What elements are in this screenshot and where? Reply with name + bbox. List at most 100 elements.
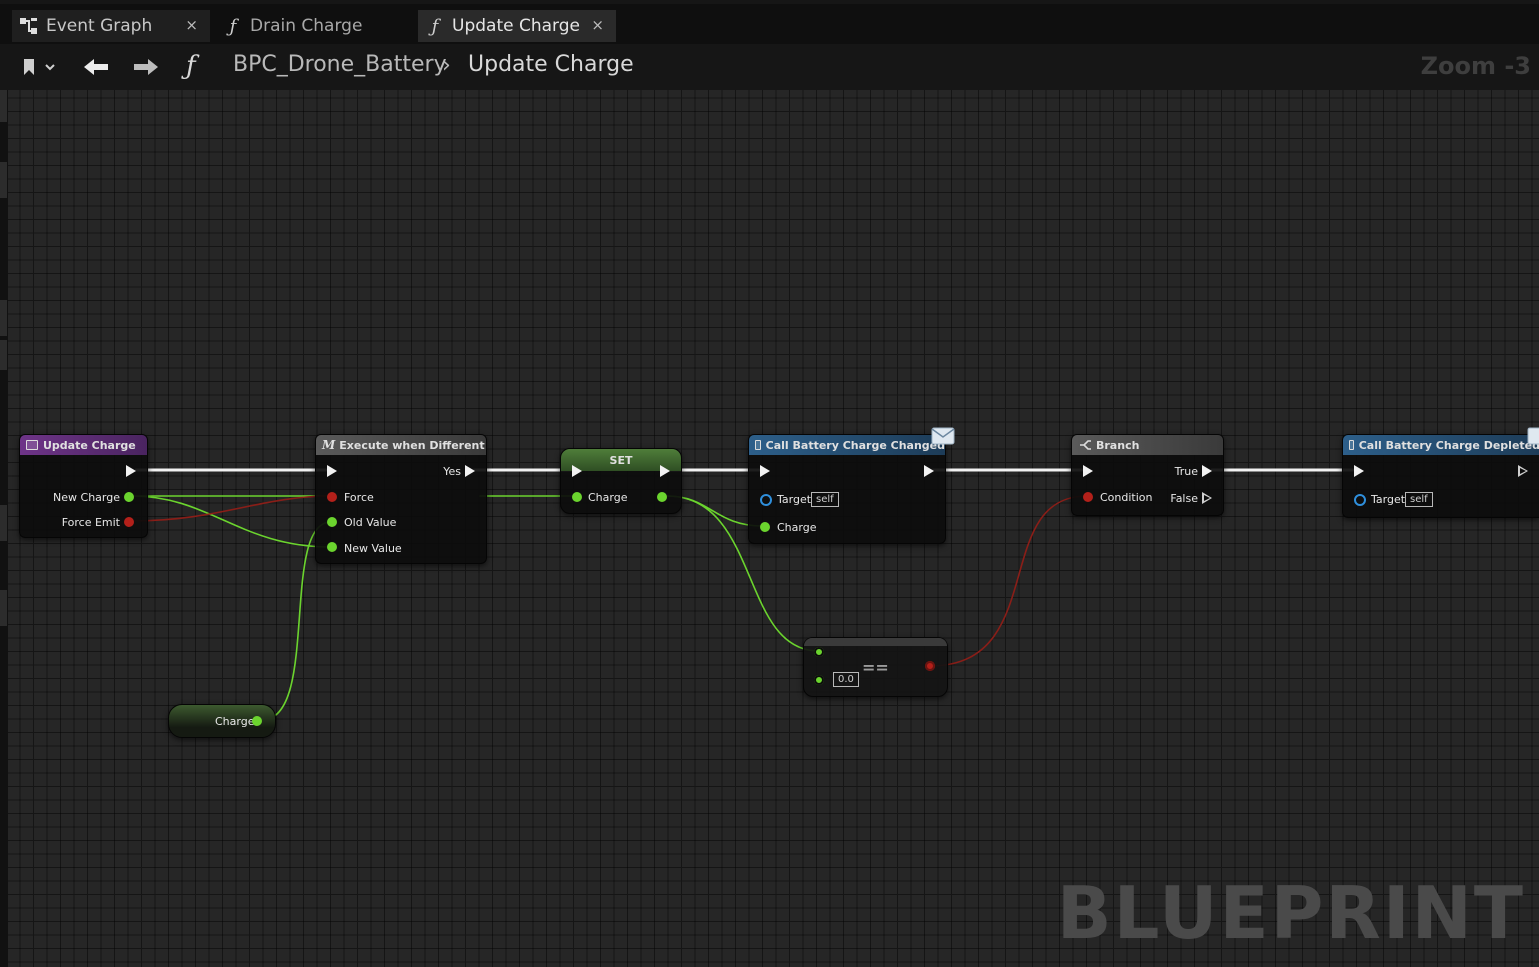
pin-label-true: True xyxy=(1174,465,1198,478)
float-input-pin[interactable] xyxy=(814,675,824,685)
back-button[interactable] xyxy=(80,52,112,82)
float-input-pin[interactable] xyxy=(814,647,824,657)
node-header: Branch xyxy=(1072,435,1223,455)
exec-output-pin[interactable] xyxy=(924,465,934,477)
pin-label-yes: Yes xyxy=(443,465,461,478)
equal-operator-label: == xyxy=(862,658,889,677)
arrow-right-icon xyxy=(134,59,158,75)
pin-label-condition: Condition xyxy=(1100,491,1153,504)
node-title: Branch xyxy=(1096,438,1140,452)
function-icon: ƒ xyxy=(186,51,196,81)
branch-icon xyxy=(1080,440,1091,450)
node-title: Update Charge xyxy=(43,438,136,452)
node-title: Call Battery Charge Depleted xyxy=(1358,438,1539,452)
breadcrumb-toolbar: ƒ BPC_Drone_Battery › Update Charge Zoom… xyxy=(0,44,1539,90)
function-node-icon xyxy=(755,440,761,450)
equal-float-node[interactable]: 0.0 == xyxy=(803,637,948,697)
node-title: Execute when Different xyxy=(339,438,485,452)
macro-icon: M xyxy=(322,438,336,452)
float-output-pin[interactable] xyxy=(252,716,262,726)
exec-output-pin[interactable] xyxy=(1518,465,1528,477)
function-entry-node[interactable]: Update Charge New Charge Force Emit xyxy=(19,434,148,538)
pin-label-new-charge: New Charge xyxy=(53,491,120,504)
tab-drain-charge[interactable]: ƒ Drain Charge xyxy=(216,10,412,42)
pin-label-new-value: New Value xyxy=(344,542,402,555)
tab-event-graph[interactable]: Event Graph × xyxy=(12,10,210,42)
breadcrumb-current: Update Charge xyxy=(468,52,634,77)
tab-update-charge[interactable]: ƒ Update Charge × xyxy=(418,10,616,42)
float-input-pin[interactable] xyxy=(760,522,770,532)
node-header: Call Battery Charge Depleted xyxy=(1343,435,1539,455)
target-self-field[interactable]: self xyxy=(811,492,839,507)
exec-input-pin[interactable] xyxy=(327,465,337,477)
node-header: M Execute when Different xyxy=(316,435,486,455)
pin-label-charge: Charge xyxy=(777,521,817,534)
target-self-field[interactable]: self xyxy=(1405,492,1433,507)
event-graph-icon xyxy=(18,15,40,37)
exec-input-pin[interactable] xyxy=(1354,465,1364,477)
bookmark-dropdown-button[interactable] xyxy=(18,52,62,82)
bool-input-pin[interactable] xyxy=(327,492,337,502)
set-charge-node[interactable]: SET Charge xyxy=(560,448,682,514)
left-rail xyxy=(0,90,8,967)
execute-when-different-node[interactable]: M Execute when Different Yes Force Old V… xyxy=(315,434,487,564)
exec-output-pin[interactable] xyxy=(660,465,670,477)
tab-event-graph-label: Event Graph xyxy=(46,16,153,36)
rail-segment xyxy=(0,300,7,336)
bool-input-pin[interactable] xyxy=(1083,492,1093,502)
pin-label-charge: Charge xyxy=(215,715,255,728)
tab-strip: Event Graph × ƒ Drain Charge ƒ Update Ch… xyxy=(0,0,1539,44)
pin-label-charge: Charge xyxy=(588,491,628,504)
function-node-icon xyxy=(1349,440,1354,450)
node-header: Update Charge xyxy=(20,435,147,455)
pin-label-target: Target xyxy=(1371,493,1406,506)
pin-label-old-value: Old Value xyxy=(344,516,397,529)
float-input-pin[interactable] xyxy=(327,517,337,527)
call-battery-charge-depleted-node[interactable]: Call Battery Charge Depleted Target self xyxy=(1342,427,1539,518)
zoom-level: Zoom -3 xyxy=(1420,52,1531,80)
breadcrumb-separator: › xyxy=(442,53,451,78)
call-battery-charge-changed-node[interactable]: Call Battery Charge Changed Target self … xyxy=(748,427,955,544)
pin-label-force-emit: Force Emit xyxy=(61,516,120,529)
bookmark-icon xyxy=(24,59,55,75)
tab-drain-charge-label: Drain Charge xyxy=(250,16,363,36)
breadcrumb-parent-link[interactable]: BPC_Drone_Battery xyxy=(233,52,447,77)
default-value-field[interactable]: 0.0 xyxy=(833,672,859,687)
exec-output-pin-false[interactable] xyxy=(1202,492,1212,504)
branch-node[interactable]: Branch True Condition False xyxy=(1071,434,1224,516)
node-title: SET xyxy=(609,453,633,467)
tab-update-charge-label: Update Charge xyxy=(452,16,580,36)
float-input-pin[interactable] xyxy=(327,542,337,552)
bool-output-pin[interactable] xyxy=(124,517,134,527)
blueprint-watermark: BLUEPRINT xyxy=(1056,871,1525,955)
pin-label-force: Force xyxy=(344,491,374,504)
rail-segment xyxy=(0,505,7,541)
tab-event-graph-close-button[interactable]: × xyxy=(185,16,198,34)
function-node-icon xyxy=(26,440,38,450)
node-header-strip xyxy=(804,638,947,646)
float-output-pin[interactable] xyxy=(124,492,134,502)
get-charge-node[interactable]: Charge xyxy=(168,704,276,738)
function-icon: ƒ xyxy=(431,15,439,37)
exec-input-pin[interactable] xyxy=(1083,465,1093,477)
float-output-pin[interactable] xyxy=(657,492,667,502)
rail-segment xyxy=(0,162,7,198)
tab-update-charge-close-button[interactable]: × xyxy=(591,16,604,34)
arrow-left-icon xyxy=(84,59,108,75)
rail-segment xyxy=(0,90,7,122)
object-input-pin[interactable] xyxy=(760,494,772,506)
exec-input-pin[interactable] xyxy=(572,465,582,477)
envelope-icon xyxy=(1527,427,1539,445)
tab-strip-top-border xyxy=(0,0,1539,4)
object-input-pin[interactable] xyxy=(1354,494,1366,506)
exec-input-pin[interactable] xyxy=(760,465,770,477)
exec-output-pin-true[interactable] xyxy=(1202,465,1212,477)
exec-output-pin-yes[interactable] xyxy=(465,465,475,477)
node-header: Call Battery Charge Changed xyxy=(749,435,945,455)
forward-button[interactable] xyxy=(130,52,162,82)
node-title: Call Battery Charge Changed xyxy=(765,438,945,452)
float-input-pin[interactable] xyxy=(572,492,582,502)
exec-output-pin[interactable] xyxy=(126,465,136,477)
bool-output-pin[interactable] xyxy=(925,661,935,671)
pin-label-target: Target xyxy=(777,493,812,506)
